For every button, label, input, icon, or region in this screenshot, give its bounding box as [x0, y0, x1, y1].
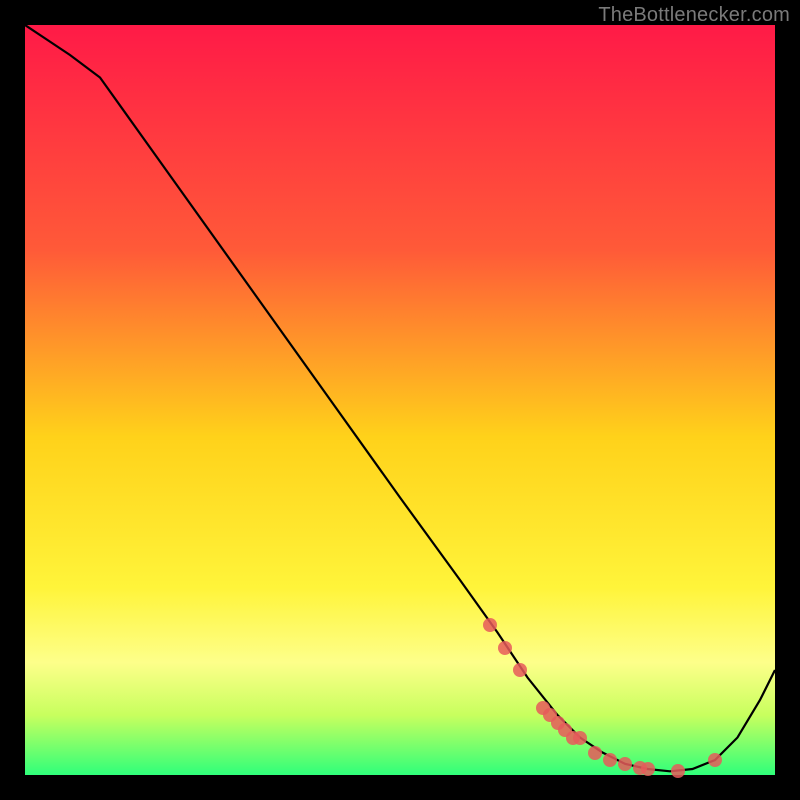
highlight-marker [641, 762, 655, 776]
highlight-marker [498, 641, 512, 655]
attribution-label: TheBottlenecker.com [598, 4, 790, 27]
highlight-marker [543, 708, 557, 722]
chart-stage: TheBottlenecker.com [0, 0, 800, 800]
highlight-marker [566, 731, 580, 745]
highlight-marker [603, 753, 617, 767]
curve-path [25, 25, 775, 771]
highlight-marker [536, 701, 550, 715]
plot-area [25, 25, 775, 775]
highlight-marker [708, 753, 722, 767]
highlight-marker [573, 731, 587, 745]
highlight-marker [483, 618, 497, 632]
highlight-marker [551, 716, 565, 730]
highlight-marker [588, 746, 602, 760]
highlight-marker [671, 764, 685, 778]
highlight-marker [618, 757, 632, 771]
highlight-marker [633, 761, 647, 775]
highlight-marker [558, 723, 572, 737]
main-curve [25, 25, 775, 775]
highlight-marker [513, 663, 527, 677]
